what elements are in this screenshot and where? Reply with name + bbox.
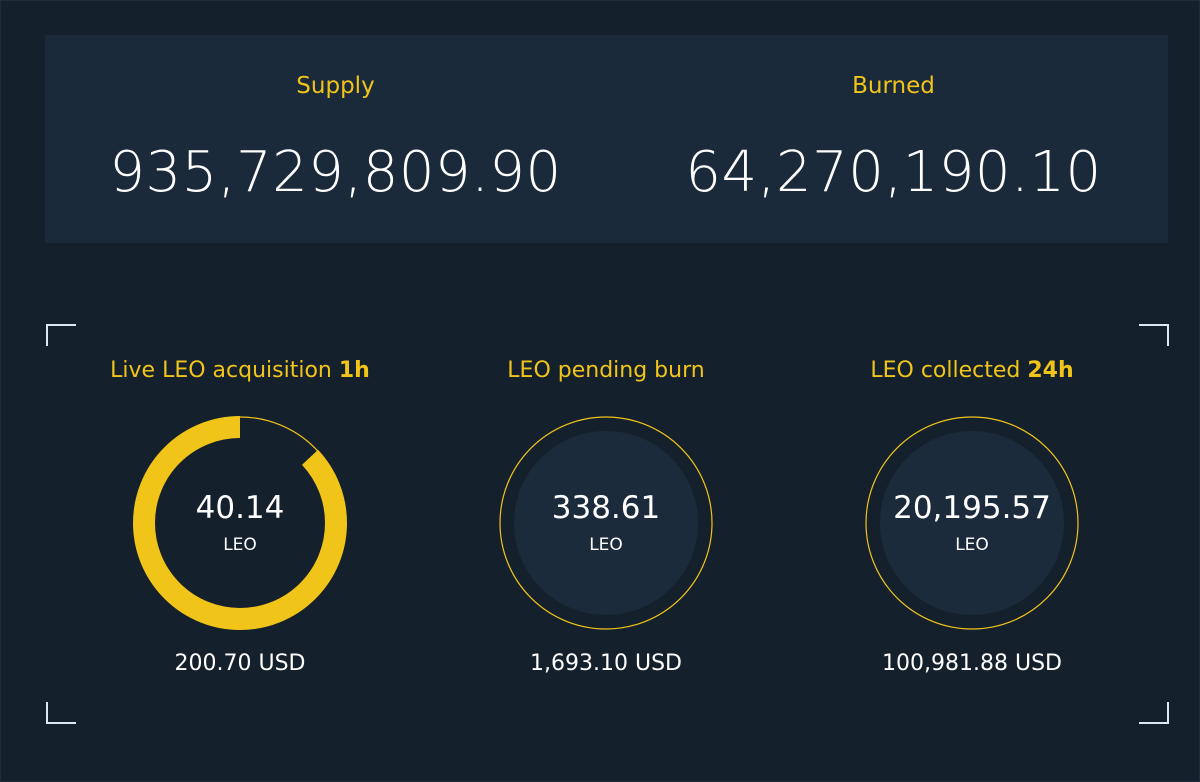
collected-unit: LEO [955,535,989,555]
supply-value: 935,729,809.90 [109,140,562,205]
supply-label: Supply [296,73,375,99]
pending-burn-unit: LEO [589,535,623,555]
acquisition-usd: 200.70 USD [174,651,306,676]
collected-gauge: 20,195.57 LEO [864,415,1080,631]
totals-panel: Supply 935,729,809.90 Burned 64,270,190.… [45,35,1168,243]
acquisition-value: 40.14 [195,490,285,526]
pending-burn-metric: LEO pending burn 338.61 LEO 1,693.10 USD [436,355,776,676]
collected-metric: LEO collected 24h 20,195.57 LEO 100,981.… [802,355,1142,676]
collected-usd: 100,981.88 USD [882,651,1062,676]
pending-burn-value: 338.61 [551,490,661,526]
pending-burn-gauge: 338.61 LEO [498,415,714,631]
metric-title: LEO pending burn [436,355,776,387]
pending-burn-usd: 1,693.10 USD [530,651,682,676]
metric-title-period: 1h [338,358,370,383]
acquisition-progress-gauge: 40.14 LEO [132,415,348,631]
live-acquisition-metric: Live LEO acquisition 1h 40.14 LEO 200.70… [70,355,410,676]
metric-title-text: Live LEO acquisition [110,358,339,383]
metric-title-text: LEO collected [870,358,1028,383]
burned-value: 64,270,190.10 [685,140,1102,205]
frame-corner-top-right [1139,324,1169,346]
metric-title-period: 24h [1027,358,1074,383]
metric-title-text: LEO pending burn [507,358,705,383]
acquisition-unit: LEO [223,535,257,555]
collected-value: 20,195.57 [893,490,1051,526]
frame-corner-bottom-left [46,702,76,724]
burned-label: Burned [852,73,935,99]
frame-corner-bottom-right [1139,702,1169,724]
metric-title: LEO collected 24h [802,355,1142,387]
frame-corner-top-left [46,324,76,346]
metric-title: Live LEO acquisition 1h [70,355,410,387]
